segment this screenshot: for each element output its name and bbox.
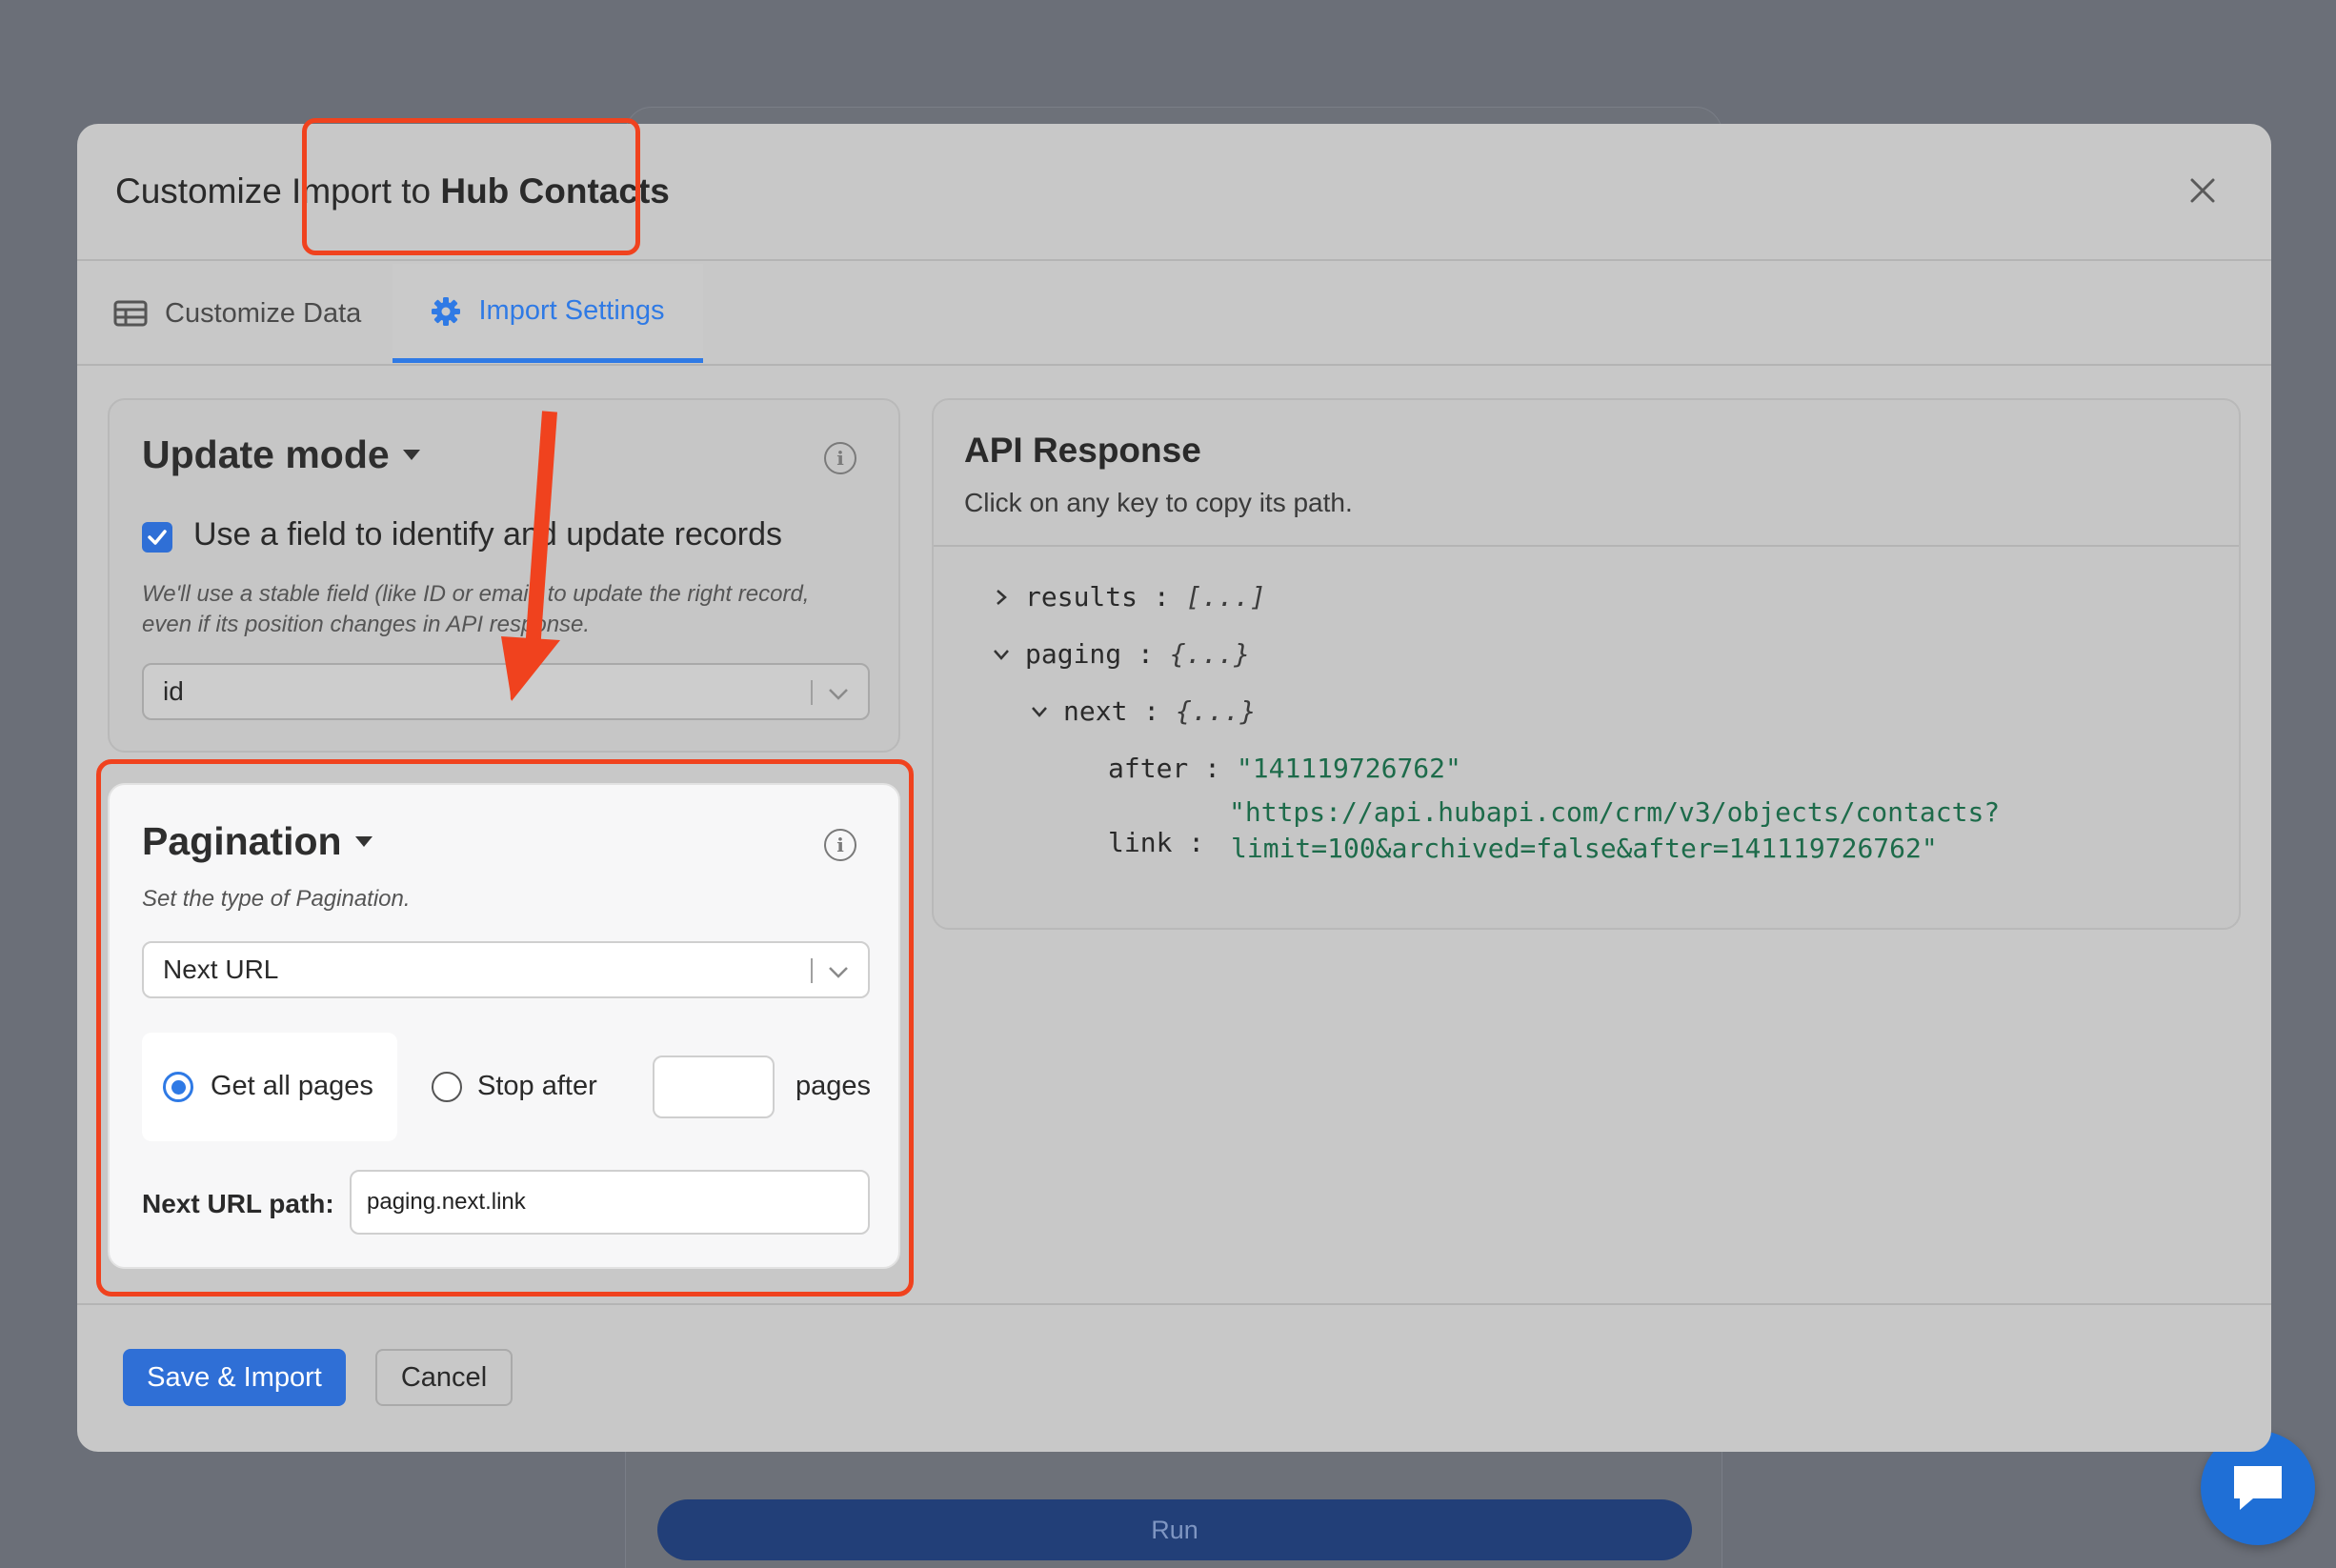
chevron-down-icon[interactable] xyxy=(987,647,1016,662)
identifier-field-select[interactable]: id xyxy=(142,663,870,720)
pagination-helper: Set the type of Pagination. xyxy=(142,886,411,912)
info-icon[interactable]: i xyxy=(824,829,856,861)
close-icon xyxy=(2190,178,2215,203)
get-all-pages-option[interactable]: Get all pages xyxy=(142,1033,397,1141)
tree-row-next[interactable]: next : {...} xyxy=(1025,695,1256,727)
chevron-down-icon[interactable] xyxy=(1025,704,1054,719)
tree-row-paging[interactable]: paging : {...} xyxy=(987,638,1250,670)
get-all-pages-label[interactable]: Get all pages xyxy=(211,1071,373,1102)
pagination-type-select[interactable]: Next URL xyxy=(142,941,870,998)
tree-row-after[interactable]: after : "141119726762" xyxy=(1108,753,1461,784)
close-button[interactable] xyxy=(2184,171,2222,210)
tree-value-link-line1: "https://api.hubapi.com/crm/v3/objects/c… xyxy=(1229,796,2001,828)
tree-value-next: {...} xyxy=(1176,695,1257,727)
check-icon xyxy=(148,530,167,545)
footer-divider xyxy=(77,1303,2271,1305)
tree-value-after: "141119726762" xyxy=(1236,753,1461,784)
run-button[interactable]: Run xyxy=(657,1499,1692,1560)
cancel-button[interactable]: Cancel xyxy=(375,1349,513,1406)
next-url-path-label: Next URL path: xyxy=(142,1189,334,1218)
table-icon xyxy=(113,299,148,328)
info-icon[interactable]: i xyxy=(824,442,856,474)
caret-down-icon xyxy=(354,836,373,847)
select-separator xyxy=(811,958,813,983)
stop-after-label[interactable]: Stop after xyxy=(477,1071,597,1102)
stop-after-pages-input[interactable] xyxy=(653,1055,775,1118)
api-response-title: API Response xyxy=(964,431,1201,470)
chevron-down-icon xyxy=(829,967,848,978)
tree-value-paging: {...} xyxy=(1169,638,1251,670)
customize-import-modal: Customize Import to Hub Contacts Customi… xyxy=(77,124,2271,1452)
tab-import-settings[interactable]: Import Settings xyxy=(393,264,703,363)
identifier-field-value: id xyxy=(163,676,184,706)
update-mode-panel: Update mode i Use a field to identify an… xyxy=(108,398,900,753)
tab-bar: Customize Data Import Settings xyxy=(77,261,2271,366)
tree-row-link[interactable]: link : xyxy=(1108,827,1220,858)
update-mode-title[interactable]: Update mode xyxy=(142,432,420,477)
pages-unit-label: pages xyxy=(795,1071,872,1101)
modal-header: Customize Import to Hub Contacts xyxy=(77,124,2271,261)
tree-key-next[interactable]: next xyxy=(1063,695,1127,727)
chat-icon xyxy=(2234,1466,2282,1510)
api-response-subtitle: Click on any key to copy its path. xyxy=(964,488,1353,517)
gear-icon xyxy=(431,296,461,327)
identify-records-checkbox[interactable] xyxy=(142,522,172,553)
tab-customize-data[interactable]: Customize Data xyxy=(113,261,361,366)
caret-down-icon xyxy=(402,450,420,460)
tree-key-paging[interactable]: paging xyxy=(1025,638,1121,670)
save-import-button[interactable]: Save & Import xyxy=(123,1349,346,1406)
get-all-pages-radio[interactable] xyxy=(163,1072,193,1102)
pagination-title[interactable]: Pagination xyxy=(142,819,373,864)
identify-records-label[interactable]: Use a field to identify and update recor… xyxy=(193,516,782,553)
tree-key-link[interactable]: link xyxy=(1108,827,1172,858)
api-response-panel: API Response Click on any key to copy it… xyxy=(932,398,2241,930)
modal-title-target: Hub Contacts xyxy=(440,171,670,211)
stop-after-radio[interactable] xyxy=(432,1072,462,1102)
tree-value-results: [...] xyxy=(1185,581,1266,613)
update-mode-helper-line2: even if its position changes in API resp… xyxy=(142,612,591,637)
divider xyxy=(934,545,2239,547)
tree-key-after[interactable]: after xyxy=(1108,753,1188,784)
select-separator xyxy=(811,680,813,705)
chevron-right-icon[interactable] xyxy=(987,588,1016,607)
chevron-down-icon xyxy=(829,689,848,700)
update-mode-helper-line1: We'll use a stable field (like ID or ema… xyxy=(142,581,810,607)
tab-customize-data-label: Customize Data xyxy=(165,297,362,329)
pagination-panel: Pagination i Set the type of Pagination.… xyxy=(108,783,900,1269)
tree-key-results[interactable]: results xyxy=(1025,581,1138,613)
tree-value-link-line2: limit=100&archived=false&after=141119726… xyxy=(1231,833,1938,864)
modal-title: Customize Import to Hub Contacts xyxy=(115,171,670,211)
tab-import-settings-label: Import Settings xyxy=(478,295,665,326)
tree-row-results[interactable]: results : [...] xyxy=(987,581,1266,613)
next-url-path-input[interactable]: paging.next.link xyxy=(350,1170,870,1235)
pagination-type-value: Next URL xyxy=(163,955,279,984)
